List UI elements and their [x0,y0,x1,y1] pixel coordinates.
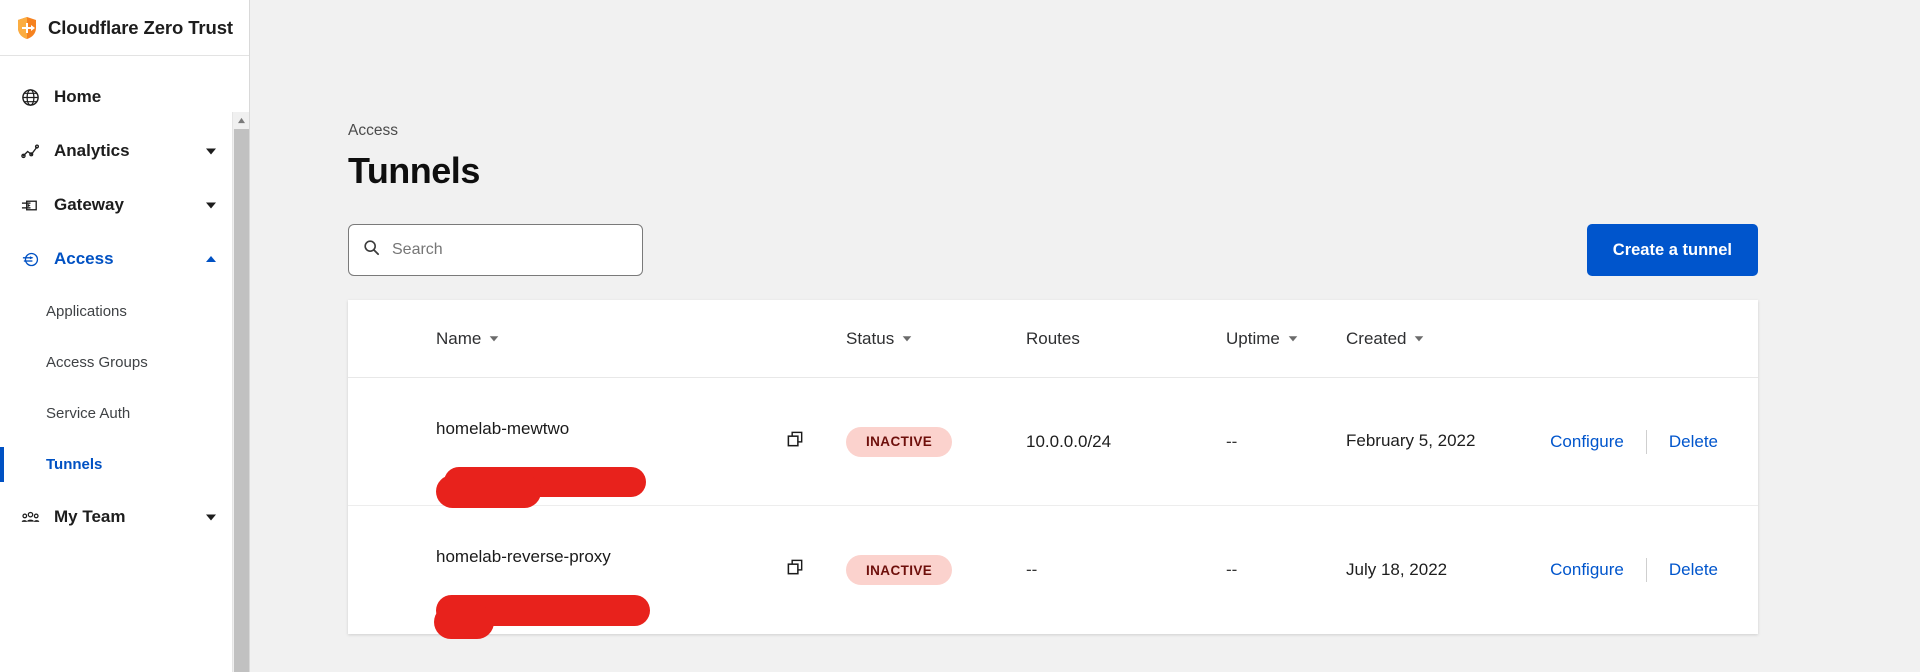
chevron-up-icon[interactable] [203,251,219,267]
column-label: Created [1346,329,1406,349]
redaction-mark [436,475,541,508]
cell-routes: -- [1026,560,1226,580]
sidebar-subitem-label: Applications [46,303,127,320]
chevron-down-icon[interactable] [203,143,219,159]
tunnel-name[interactable]: homelab-reverse-proxy [436,547,786,567]
brand-title: Cloudflare Zero Trust [48,17,233,39]
status-badge: INACTIVE [846,555,952,585]
globe-icon [18,86,42,108]
column-label: Name [436,329,481,349]
column-header-uptime[interactable]: Uptime [1226,329,1346,349]
page-title: Tunnels [348,150,1920,192]
cell-actions: Configure Delete [1511,430,1740,454]
column-label: Routes [1026,329,1080,349]
sidebar-scroll-area: Home Analytics [0,56,249,672]
tunnel-id-redacted [436,448,786,465]
column-header-routes: Routes [1026,329,1226,349]
cell-copy [786,430,846,454]
sidebar: Cloudflare Zero Trust Home [0,0,250,672]
delete-link[interactable]: Delete [1647,432,1740,452]
sidebar-item-tunnels[interactable]: Tunnels [0,439,223,490]
redaction-mark [434,605,494,639]
search-icon [363,239,380,261]
table-header-row: Name Status Routes [348,300,1758,378]
sidebar-scrollbar-thumb[interactable] [234,129,249,672]
cell-routes: 10.0.0.0/24 [1026,432,1226,452]
create-a-tunnel-button[interactable]: Create a tunnel [1587,224,1758,276]
analytics-icon [18,140,42,162]
toolbar: Create a tunnel [348,224,1758,276]
sidebar-item-analytics[interactable]: Analytics [0,124,223,178]
sidebar-nav: Home Analytics [0,70,249,544]
sidebar-item-gateway[interactable]: Gateway [0,178,223,232]
tunnel-id-redacted [436,576,786,593]
gateway-icon [18,194,42,216]
cell-name: homelab-mewtwo [436,419,786,465]
configure-link[interactable]: Configure [1528,432,1646,452]
sidebar-subitem-label: Service Auth [46,405,130,422]
column-header-created[interactable]: Created [1346,329,1511,349]
sidebar-item-home[interactable]: Home [0,70,223,124]
chevron-down-icon[interactable] [203,197,219,213]
sidebar-item-label: Access [54,249,203,269]
cell-copy [786,558,846,582]
sidebar-subitem-label: Access Groups [46,354,148,371]
sort-caret-down-icon[interactable] [901,329,913,349]
column-label: Uptime [1226,329,1280,349]
column-label: Status [846,329,894,349]
app-root: Cloudflare Zero Trust Home [0,0,1920,672]
main-content: Access Tunnels Create a tunnel [250,0,1920,672]
access-icon [18,248,42,270]
sidebar-subitem-label: Tunnels [46,456,102,473]
sort-caret-down-icon[interactable] [1287,329,1299,349]
cloudflare-shield-icon [16,16,38,40]
sidebar-item-service-auth[interactable]: Service Auth [0,388,223,439]
sidebar-item-my-team[interactable]: My Team [0,490,223,544]
tunnels-table: Name Status Routes [348,300,1758,634]
team-icon [18,506,42,528]
configure-link[interactable]: Configure [1528,560,1646,580]
cell-uptime: -- [1226,432,1346,452]
sidebar-item-label: My Team [54,507,203,527]
cell-actions: Configure Delete [1511,558,1740,582]
sidebar-item-access[interactable]: Access [0,232,223,286]
cell-uptime: -- [1226,560,1346,580]
chevron-down-icon[interactable] [203,509,219,525]
cell-created: July 18, 2022 [1346,558,1511,583]
search-box[interactable] [348,224,643,276]
brand-header[interactable]: Cloudflare Zero Trust [0,0,249,56]
delete-link[interactable]: Delete [1647,560,1740,580]
column-header-status[interactable]: Status [846,329,1026,349]
breadcrumb[interactable]: Access [348,0,1920,140]
sidebar-item-label: Gateway [54,195,203,215]
cell-status: INACTIVE [846,555,1026,585]
copy-icon[interactable] [786,436,805,453]
table-row: homelab-reverse-proxy [348,506,1758,634]
column-header-name[interactable]: Name [436,329,786,349]
search-input[interactable] [392,241,628,259]
sidebar-item-applications[interactable]: Applications [0,286,223,337]
sidebar-scrollbar[interactable] [232,112,249,672]
sidebar-item-access-groups[interactable]: Access Groups [0,337,223,388]
sidebar-item-label: Analytics [54,141,203,161]
scroll-up-arrow-icon[interactable] [233,112,249,129]
copy-icon[interactable] [786,564,805,581]
cell-name: homelab-reverse-proxy [436,547,786,593]
cell-status: INACTIVE [846,427,1026,457]
table-row: homelab-mewtwo [348,378,1758,506]
sort-caret-down-icon[interactable] [488,329,500,349]
status-badge: INACTIVE [846,427,952,457]
cell-created: February 5, 2022 [1346,429,1511,454]
tunnel-name[interactable]: homelab-mewtwo [436,419,786,439]
sidebar-item-label: Home [54,87,223,107]
sort-caret-down-icon[interactable] [1413,329,1425,349]
